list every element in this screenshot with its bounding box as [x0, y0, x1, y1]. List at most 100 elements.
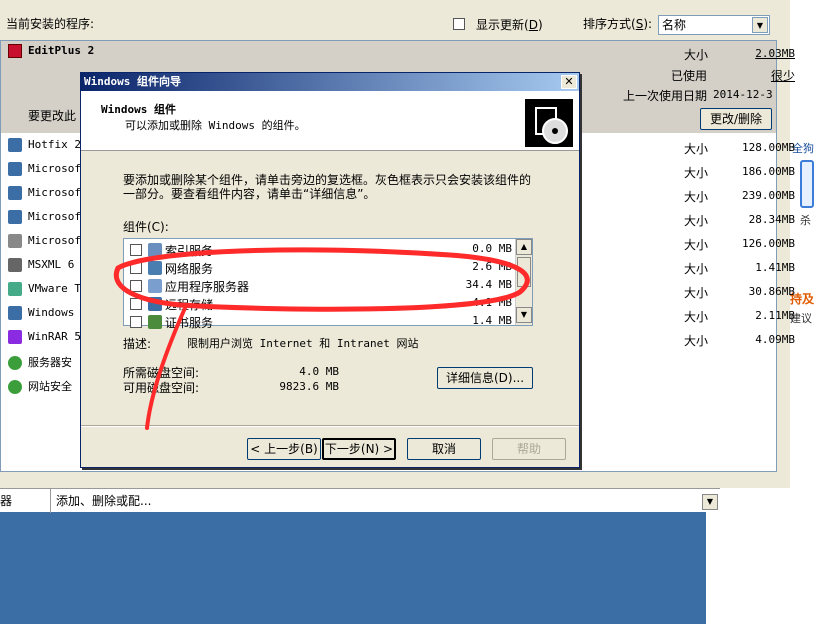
cancel-button[interactable]: 取消 [407, 438, 481, 460]
sort-select[interactable]: 名称 ▼ [658, 15, 770, 35]
program-size-label: 大小 [684, 310, 709, 324]
program-size-label: 大小 [684, 166, 709, 180]
program-icon [8, 234, 22, 248]
program-name: Microsof [28, 162, 81, 175]
component-size: 4.1 MB [472, 296, 512, 309]
required-space-value: 4.0 MB [299, 365, 339, 378]
program-size-label: 大小 [684, 286, 709, 300]
show-updates-checkbox[interactable] [453, 18, 465, 30]
dialog-header: Windows 组件 可以添加或删除 Windows 的组件。 [81, 91, 579, 151]
windows-components-wizard: Windows 组件向导 ✕ Windows 组件 可以添加或删除 Window… [80, 72, 580, 468]
component-checkbox[interactable] [130, 262, 142, 274]
program-row[interactable]: Windows 1 [8, 306, 88, 326]
component-size: 0.0 MB [472, 242, 512, 255]
component-size: 2.6 MB [472, 260, 512, 273]
program-size: 2.11MB [755, 309, 795, 322]
program-row[interactable]: MSXML 6 S [8, 258, 88, 278]
component-name: 索引服务 [165, 244, 214, 258]
component-row[interactable]: 应用程序服务器 34.4 MB [127, 277, 512, 295]
component-checkbox[interactable] [130, 244, 142, 256]
change-program-text: 要更改此 [28, 109, 77, 123]
program-name: Windows 1 [28, 306, 88, 319]
program-icon [8, 380, 22, 394]
program-name: Microsof [28, 186, 81, 199]
program-icon [8, 330, 22, 344]
program-row[interactable]: Microsof [8, 234, 81, 254]
component-name: 网络服务 [165, 262, 214, 276]
component-row[interactable]: 网络服务 2.6 MB [127, 259, 512, 277]
program-size: 4.09MB [755, 333, 795, 346]
component-row[interactable]: 远程存储 4.1 MB [127, 295, 512, 313]
sort-select-value: 名称 [662, 18, 687, 32]
program-size-label: 大小 [684, 334, 709, 348]
program-row[interactable]: WinRAR 5. [8, 330, 88, 350]
instructions-line-2: 一部分。要查看组件内容，请单击“详细信息”。 [123, 187, 376, 201]
component-checkbox[interactable] [130, 316, 142, 328]
divider [81, 425, 579, 427]
program-name: 服务器安 [28, 356, 72, 369]
program-name: Microsof [28, 210, 81, 223]
header-subtitle: 可以添加或删除 Windows 的组件。 [125, 119, 306, 132]
bottom-bar: 器 添加、删除或配... ▼ [0, 488, 720, 513]
show-updates-label[interactable]: 显示更新(D) [476, 16, 543, 33]
selected-size-label: 大小 [684, 48, 709, 62]
program-row[interactable]: 网站安全 [8, 378, 72, 398]
change-remove-button[interactable]: 更改/删除 [700, 108, 772, 130]
chevron-down-icon[interactable]: ▼ [752, 17, 768, 33]
program-size: 126.00MB [742, 237, 795, 250]
program-size-label: 大小 [684, 190, 709, 204]
program-icon [8, 306, 22, 320]
program-row[interactable]: Hotfix 20 [8, 138, 88, 158]
program-row[interactable]: Microsof [8, 162, 81, 182]
program-size: 1.41MB [755, 261, 795, 274]
selected-program-name: EditPlus 2 [28, 44, 95, 57]
component-icon [148, 261, 162, 275]
program-row[interactable]: Microsof [8, 210, 81, 230]
component-name: 远程存储 [165, 298, 214, 312]
program-row[interactable]: Microsof [8, 186, 81, 206]
program-name: Hotfix 20 [28, 138, 88, 151]
components-scrollbar[interactable]: ▲ ▼ [515, 239, 532, 325]
used-label: 已使用 [671, 69, 708, 83]
last-used-label: 上一次使用日期 [623, 89, 708, 103]
component-icon [148, 297, 162, 311]
program-name: VMware T [28, 282, 81, 295]
close-button[interactable]: ✕ [561, 75, 577, 89]
program-size: 239.00MB [742, 189, 795, 202]
program-icon [8, 162, 22, 176]
program-row[interactable]: 服务器安 [8, 354, 72, 374]
wizard-cd-icon [525, 99, 573, 147]
program-size-label: 大小 [684, 214, 709, 228]
program-icon [8, 186, 22, 200]
program-size: 30.86MB [748, 285, 795, 298]
program-icon [8, 210, 22, 224]
back-button[interactable]: < 上一步(B) [247, 438, 321, 460]
header-title: Windows 组件 [101, 103, 176, 116]
description-text: 限制用户浏览 Internet 和 Intranet 网站 [187, 337, 419, 350]
next-button[interactable]: 下一步(N) > [322, 438, 396, 460]
program-name: Microsof [28, 234, 81, 247]
program-icon [8, 138, 22, 152]
scroll-down-icon[interactable]: ▼ [516, 307, 532, 323]
program-size: 186.00MB [742, 165, 795, 178]
program-size: 28.34MB [748, 213, 795, 226]
used-value[interactable]: 很少 [771, 67, 795, 84]
program-row[interactable]: VMware T [8, 282, 81, 302]
selected-size-value[interactable]: 2.03MB [755, 47, 795, 60]
component-icon [148, 243, 162, 257]
component-row[interactable]: 索引服务 0.0 MB [127, 241, 512, 259]
component-size: 1.4 MB [472, 314, 512, 327]
component-checkbox[interactable] [130, 298, 142, 310]
component-checkbox[interactable] [130, 280, 142, 292]
program-size-label: 大小 [684, 142, 709, 156]
component-icon [148, 315, 162, 329]
component-row[interactable]: 证书服务 1.4 MB [127, 313, 512, 331]
details-button[interactable]: 详细信息(D)... [437, 367, 533, 389]
components-list[interactable]: 索引服务 0.0 MB 网络服务 2.6 MB 应用程序服务器 34.4 MB 远程存储 4.… [123, 238, 533, 330]
sort-label: 排序方式(S): [583, 17, 653, 31]
chevron-down-icon[interactable]: ▼ [702, 494, 718, 510]
scroll-up-icon[interactable]: ▲ [516, 239, 532, 255]
right-snippet-2: 杀 [800, 214, 811, 227]
program-icon [8, 356, 22, 370]
scroll-thumb[interactable] [517, 257, 531, 287]
